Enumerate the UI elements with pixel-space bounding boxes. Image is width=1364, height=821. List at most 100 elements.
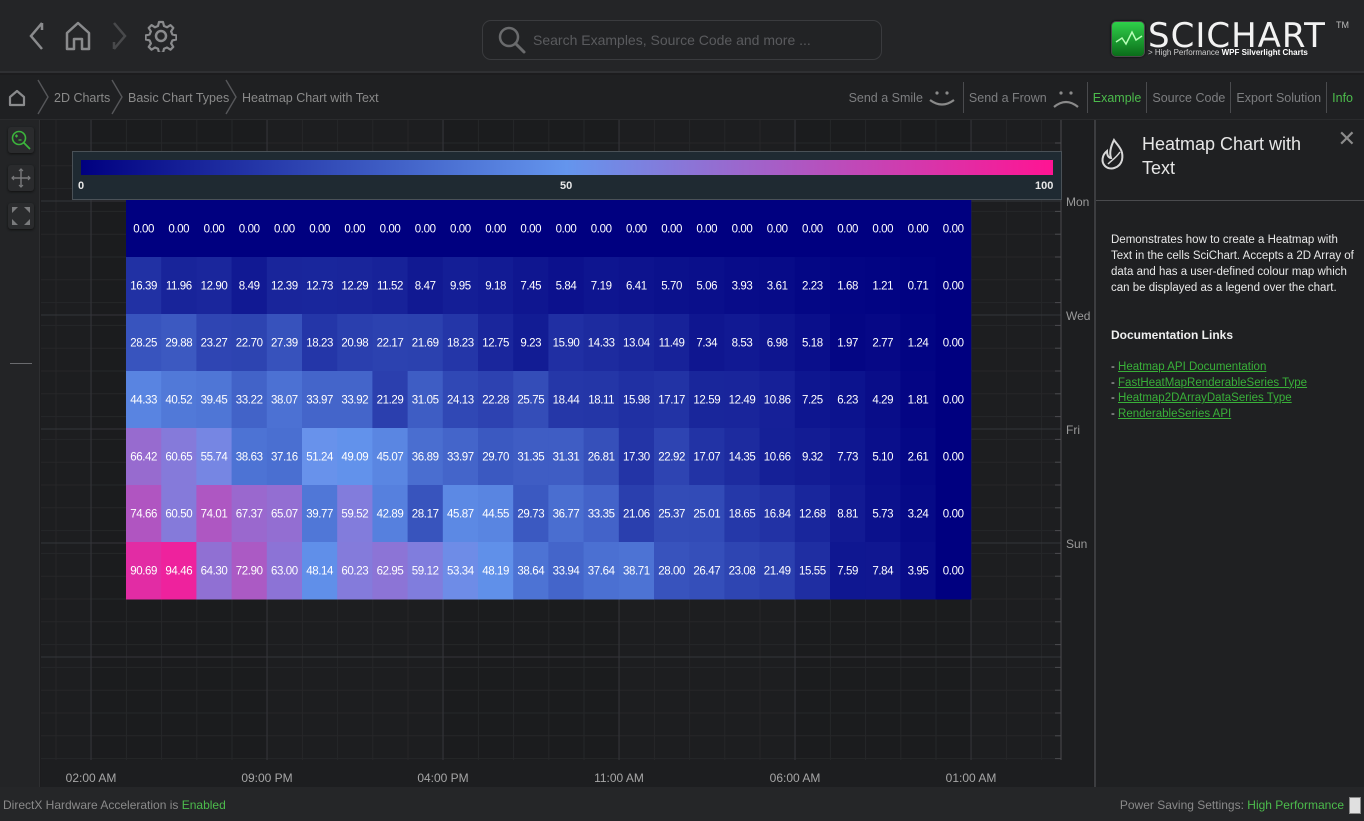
doc-link-heatmap-api[interactable]: Heatmap API Documentation [1118, 361, 1266, 373]
heatmap-cell-label: 63.00 [271, 566, 298, 578]
heatmap-cell-label: 22.92 [658, 452, 685, 464]
breadcrumb-item-current[interactable]: Heatmap Chart with Text [224, 75, 379, 120]
heatmap-cell-label: 16.39 [130, 281, 157, 293]
heatmap-cell-label: 18.44 [553, 395, 581, 407]
heatmap-cell-label: 38.64 [517, 566, 545, 578]
heatmap-cell-label: 3.61 [767, 281, 788, 293]
heatmap-cell-label: 0.00 [380, 224, 401, 236]
heatmap-cell-label: 39.77 [306, 509, 333, 521]
heatmap-cell-label: 0.00 [943, 224, 964, 236]
heatmap-cell-label: 15.98 [623, 395, 650, 407]
home-button[interactable] [60, 18, 96, 54]
heatmap-cell-label: 28.17 [412, 509, 439, 521]
tab-info[interactable]: Info [1327, 75, 1358, 120]
directx-status-label: DirectX Hardware Acceleration is [3, 798, 182, 812]
heatmap-cell-label: 7.84 [872, 566, 894, 578]
heatmap-cell-label: 0.71 [908, 281, 929, 293]
fullscreen-icon [12, 207, 30, 225]
heatmap-cell-label: 0.00 [732, 224, 753, 236]
doc-link-heatmap2darray[interactable]: Heatmap2DArrayDataSeries Type [1118, 392, 1292, 404]
heatmap-cell-label: 5.84 [556, 281, 578, 293]
heatmap-cell-label: 21.49 [764, 566, 791, 578]
heatmap-cell-label: 0.00 [204, 224, 225, 236]
heatmap-cell-label: 1.21 [872, 281, 893, 293]
heatmap-cell-label: 13.04 [623, 338, 651, 350]
logo-subtitle: > High Performance WPF Silverlight Chart… [1148, 48, 1308, 57]
breadcrumb-item-2d-charts[interactable]: 2D Charts [36, 75, 110, 120]
heatmap-cell-label: 6.41 [626, 281, 647, 293]
heatmap-cell-label: 1.68 [837, 281, 858, 293]
heatmap-cell-label: 3.93 [732, 281, 753, 293]
heatmap-cell-label: 0.00 [872, 224, 893, 236]
heatmap-cell-label: 36.89 [412, 452, 439, 464]
heatmap-cell-label: 0.00 [802, 224, 823, 236]
back-button[interactable] [20, 18, 56, 54]
heatmap-cell-label: 59.52 [341, 509, 368, 521]
heatmap-cell-label: 45.87 [447, 509, 474, 521]
panel-divider [1096, 200, 1364, 201]
heatmap-cell-label: 14.33 [588, 338, 615, 350]
heatmap-cell-label: 6.23 [837, 395, 858, 407]
heatmap-cell-label: 26.81 [588, 452, 615, 464]
smile-icon [929, 90, 955, 106]
x-axis-label: 01:00 AM [945, 771, 997, 785]
pan-button[interactable] [8, 165, 34, 191]
tab-source-code[interactable]: Source Code [1147, 75, 1230, 120]
heatmap-cell-label: 0.00 [415, 224, 436, 236]
send-smile-button[interactable]: Send a Smile [844, 75, 963, 120]
heatmap-cell-label: 9.32 [802, 452, 823, 464]
tab-example[interactable]: Example [1088, 75, 1147, 120]
send-frown-button[interactable]: Send a Frown [964, 75, 1087, 120]
zoom-extents-button[interactable] [8, 203, 34, 229]
heatmap-cell-label: 0.00 [485, 224, 506, 236]
heatmap-cell-label: 7.25 [802, 395, 823, 407]
pan-icon [11, 168, 31, 188]
heatmap-cell-label: 2.23 [802, 281, 823, 293]
settings-button[interactable] [143, 18, 179, 54]
search-input[interactable] [533, 32, 863, 48]
heatmap-cell-label: 17.30 [623, 452, 650, 464]
panel-title: Heatmap Chart with Text [1142, 134, 1302, 178]
forward-button[interactable] [100, 18, 136, 54]
heatmap-cell-label: 11.52 [377, 281, 403, 293]
heatmap-cell-label: 37.16 [271, 452, 298, 464]
zoom-toggle-button[interactable] [8, 127, 34, 153]
heatmap-cell-label: 7.73 [837, 452, 858, 464]
heatmap-cell-label: 36.77 [553, 509, 580, 521]
heatmap-cell-label: 2.77 [872, 338, 893, 350]
heatmap-cell-label: 20.98 [341, 338, 368, 350]
breadcrumb-home[interactable] [8, 89, 26, 112]
heatmap-cell-label: 12.39 [271, 281, 298, 293]
heatmap-cell-label: 0.00 [274, 224, 295, 236]
home-icon [65, 21, 91, 51]
heatmap-cell-label: 31.35 [517, 452, 544, 464]
doc-link-renderableseries[interactable]: RenderableSeries API [1118, 408, 1231, 420]
heatmap-cell-label: 38.63 [236, 452, 263, 464]
breadcrumb-item-basic-chart-types[interactable]: Basic Chart Types [110, 75, 229, 120]
heatmap-cell-label: 26.47 [693, 566, 720, 578]
chevron-right-icon [37, 79, 49, 115]
heatmap-cell-label: 29.70 [482, 452, 509, 464]
heatmap-cell-label: 12.29 [341, 281, 368, 293]
heatmap-cell-label: 53.34 [447, 566, 475, 578]
heatmap-cell-label: 7.45 [520, 281, 541, 293]
heatmap-cell-label: 66.42 [130, 452, 157, 464]
heatmap-cell-label: 28.00 [658, 566, 685, 578]
heatmap-cell-label: 90.69 [130, 566, 157, 578]
close-icon[interactable]: ✕ [1338, 126, 1356, 152]
heatmap-cell-label: 0.00 [309, 224, 330, 236]
heatmap-cell-label: 0.00 [239, 224, 260, 236]
doc-link-fastheatmap[interactable]: FastHeatMapRenderableSeries Type [1118, 377, 1307, 389]
heatmap-cell-label: 38.71 [623, 566, 650, 578]
heatmap-cell-label: 3.24 [908, 509, 930, 521]
export-solution-button[interactable]: Export Solution [1231, 75, 1326, 120]
heatmap-cell-label: 62.95 [377, 566, 404, 578]
zoom-icon [11, 130, 31, 150]
power-settings-button[interactable] [1349, 797, 1361, 814]
heatmap-cell-label: 10.86 [764, 395, 791, 407]
heatmap-cell-label: 0.00 [696, 224, 717, 236]
heatmap-cell-label: 8.81 [837, 509, 858, 521]
heatmap-chart[interactable]: 0.00 0.00 0.00 0.00 0.00 0.00 0.00 0.00 0.00 0.00… [41, 120, 1093, 787]
search-box[interactable] [482, 20, 882, 60]
heatmap-cell-label: 18.11 [588, 395, 614, 407]
